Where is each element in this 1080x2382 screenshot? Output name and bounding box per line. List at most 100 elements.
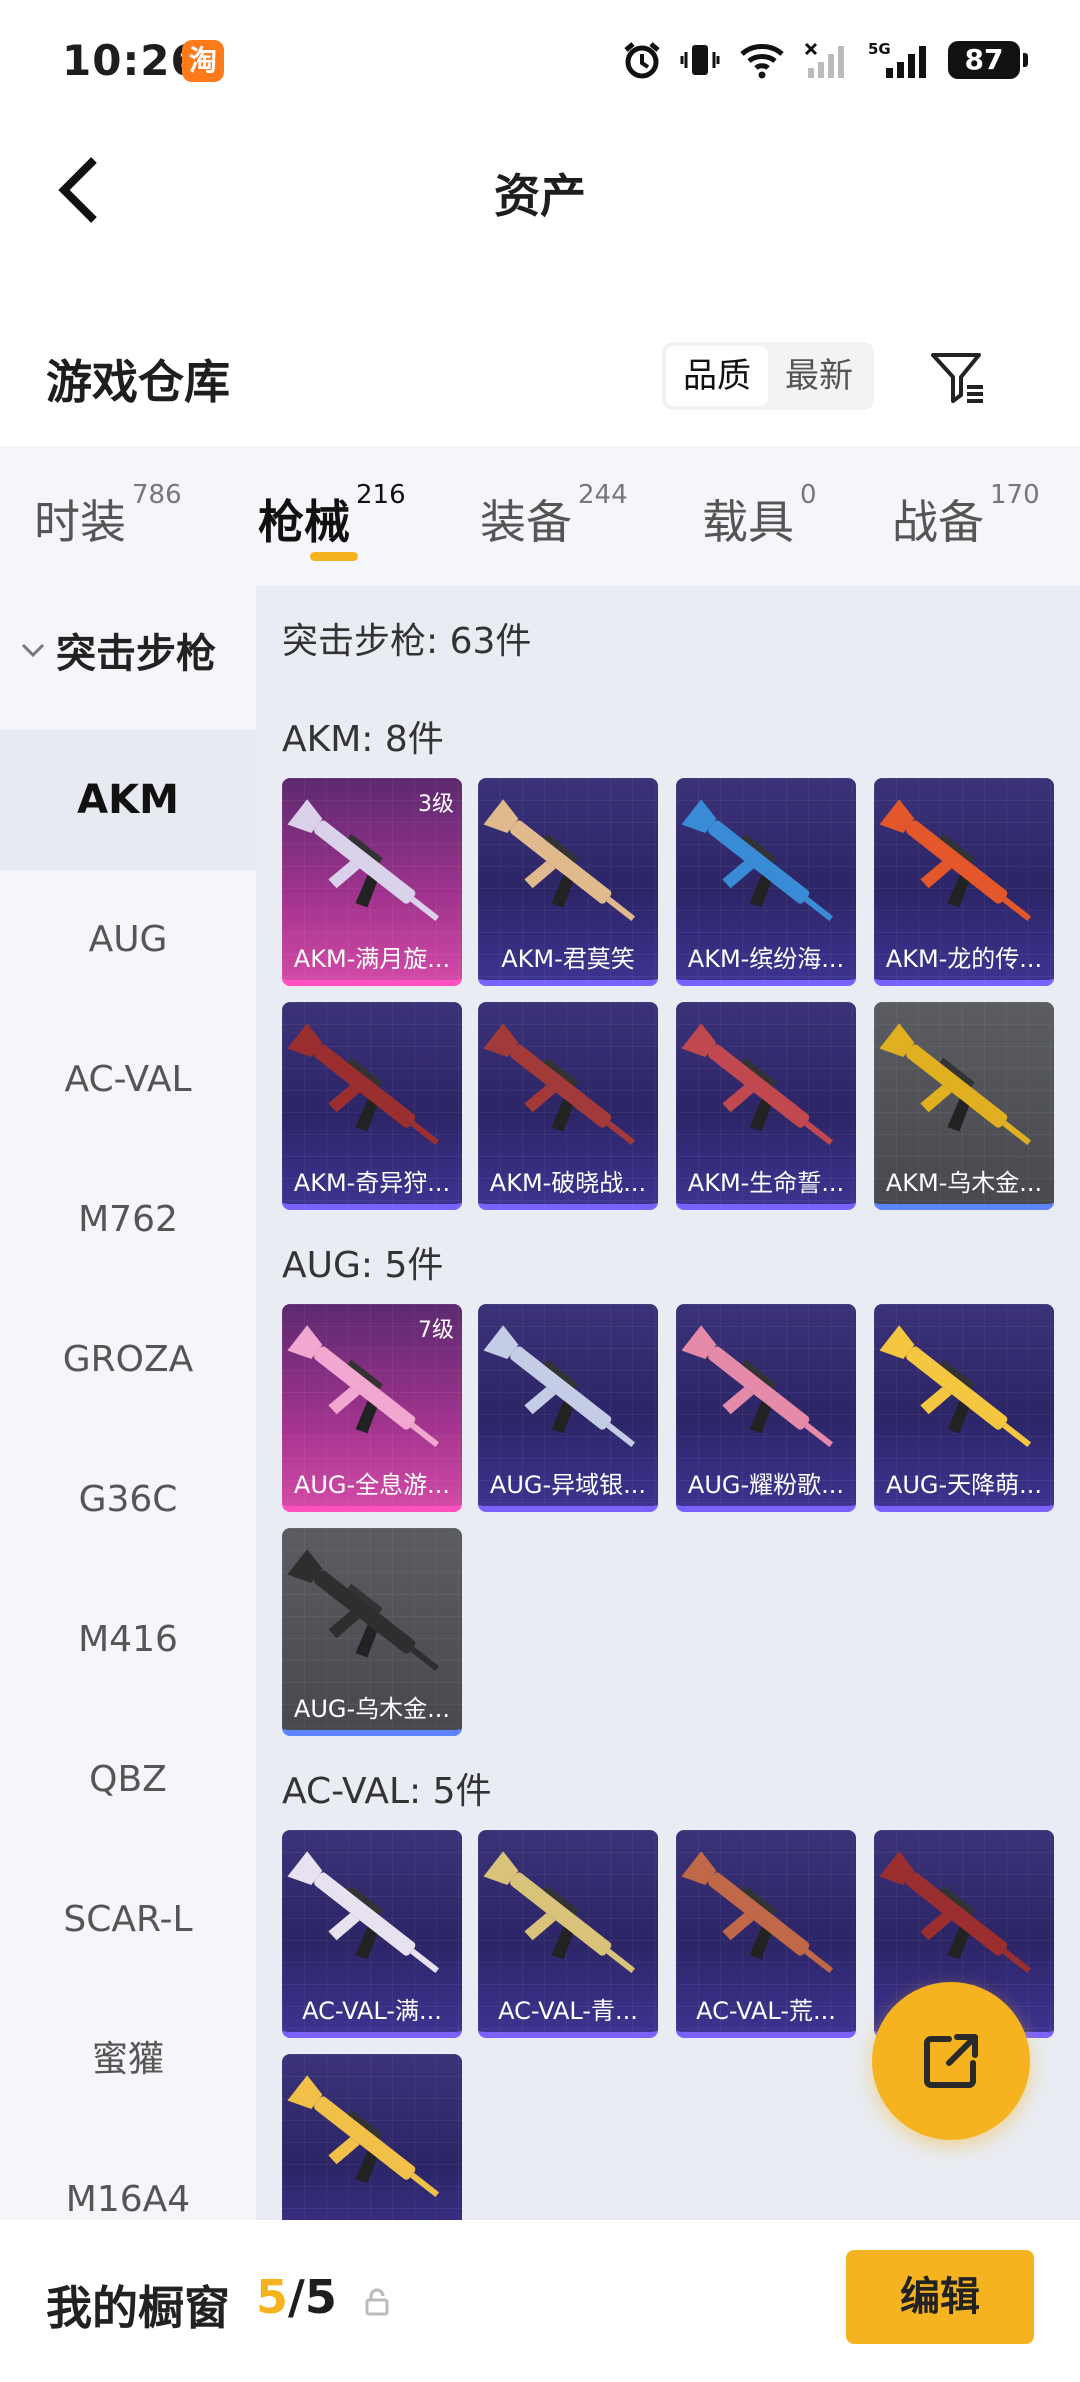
category-summary: 突击步枪: 63件	[282, 621, 532, 662]
battery-indicator: 87	[948, 41, 1028, 79]
weapon-card[interactable]: 7级 AUG-全息游...	[282, 1304, 462, 1512]
sort-latest-option[interactable]: 最新	[768, 346, 870, 406]
gun-image	[874, 1846, 1054, 1996]
sidebar-item-ac-val[interactable]: AC-VAL	[0, 1010, 256, 1150]
tab-label: 枪械	[258, 495, 350, 549]
tab-count: 0	[800, 480, 817, 510]
gun-image	[282, 2070, 462, 2220]
tab-supplies[interactable]: 战备 170	[892, 480, 1040, 552]
chevron-down-icon	[20, 641, 46, 659]
tab-label: 装备	[480, 495, 572, 549]
weapon-card[interactable]: AC-VAL-荒...	[676, 1830, 856, 2038]
group-header-ac-val: AC-VAL: 5件	[282, 1771, 492, 1812]
showcase-count-total: /5	[288, 2270, 337, 2324]
tab-count: 786	[132, 480, 182, 510]
weapon-name: AUG-异域银...	[489, 1471, 647, 1499]
weapon-card[interactable]: AUG-耀粉歌...	[676, 1304, 856, 1512]
showcase-bar: 我的橱窗 5/5 编辑	[0, 2220, 1080, 2382]
weapon-name: AC-VAL-满...	[302, 1997, 442, 2025]
weapon-grid: 突击步枪: 63件 AKM: 8件 3级 AKM-满月旋... AKM-君莫笑 A…	[256, 586, 1080, 2220]
weapon-name: AC-VAL-荒...	[696, 1997, 836, 2025]
weapon-card[interactable]: AKM-奇异狩...	[282, 1002, 462, 1210]
sidebar-item-qbz[interactable]: QBZ	[0, 1710, 256, 1850]
level-badge: 7级	[418, 1318, 454, 1343]
weapon-card[interactable]: AKM-乌木金...	[874, 1002, 1054, 1210]
weapon-name: AUG-天降萌...	[885, 1471, 1043, 1499]
nav-bar: 资产	[0, 130, 1080, 250]
gun-image	[676, 1846, 856, 1996]
sort-toggle: 品质 最新	[662, 342, 874, 410]
gun-image	[676, 1018, 856, 1168]
weapon-card[interactable]: AKM-生命誓...	[676, 1002, 856, 1210]
sidebar-item-g36c[interactable]: G36C	[0, 1430, 256, 1570]
tab-fashion[interactable]: 时装 786	[34, 480, 182, 552]
weapon-type-sidebar: 突击步枪 AKM AUG AC-VAL M762 GROZA G36C M416…	[0, 586, 256, 2220]
tab-count: 244	[578, 480, 628, 510]
gun-image	[478, 1320, 658, 1470]
sidebar-group-label: 突击步枪	[56, 631, 216, 677]
weapon-name: AKM-生命誓...	[687, 1169, 845, 1197]
weapon-name: AKM-龙的传...	[885, 945, 1043, 973]
sort-quality-option[interactable]: 品质	[666, 346, 768, 406]
tab-label: 时装	[34, 495, 126, 549]
gun-image	[478, 794, 658, 944]
weapon-card[interactable]: AUG-乌木金...	[282, 1528, 462, 1736]
sidebar-item-aug[interactable]: AUG	[0, 870, 256, 1010]
share-button[interactable]	[872, 1982, 1030, 2140]
weapon-card[interactable]: AC-VAL-青...	[478, 1830, 658, 2038]
weapon-card[interactable]: AKM-龙的传...	[874, 778, 1054, 986]
sidebar-item-m16a4[interactable]: M16A4	[0, 2130, 256, 2220]
tab-vehicles[interactable]: 载具 0	[702, 480, 817, 552]
signal-no-service-icon	[804, 40, 850, 80]
category-tabs: 时装 786 枪械 216 装备 244 载具 0 战备 170	[0, 446, 1080, 586]
sidebar-item-akm[interactable]: AKM	[0, 730, 256, 870]
showcase-label: 我的橱窗	[46, 2281, 230, 2335]
sidebar-item-m762[interactable]: M762	[0, 1150, 256, 1290]
gun-image	[282, 1846, 462, 1996]
sidebar-item-scar-l[interactable]: SCAR-L	[0, 1850, 256, 1990]
status-icons: 5G 87	[622, 38, 1028, 82]
gun-image	[478, 1846, 658, 1996]
tab-firearms[interactable]: 枪械 216	[258, 480, 406, 552]
weapon-name: AKM-奇异狩...	[293, 1169, 451, 1197]
weapon-card[interactable]: AUG-异域银...	[478, 1304, 658, 1512]
weapon-card[interactable]: AKM-缤纷海...	[676, 778, 856, 986]
showcase-count: 5/5	[256, 2270, 337, 2324]
weapon-card[interactable]: AKM-破晓战...	[478, 1002, 658, 1210]
signal-5g-icon: 5G	[868, 40, 930, 80]
gun-image	[676, 1320, 856, 1470]
sidebar-item-m416[interactable]: M416	[0, 1570, 256, 1710]
sidebar-item-honey-badger[interactable]: 蜜獾	[0, 1990, 256, 2130]
sidebar-group-assault-rifles[interactable]: 突击步枪	[0, 620, 256, 680]
group-header-aug: AUG: 5件	[282, 1245, 444, 1286]
weapon-name: AKM-君莫笑	[501, 945, 635, 973]
gun-image	[874, 1018, 1054, 1168]
weapon-name: AKM-满月旋...	[293, 945, 451, 973]
weapon-card[interactable]: AKM-君莫笑	[478, 778, 658, 986]
tab-label: 战备	[892, 495, 984, 549]
lock-icon	[364, 2288, 390, 2320]
page-title: 资产	[494, 169, 586, 223]
gun-image	[282, 1018, 462, 1168]
weapon-card[interactable]: AC-VAL-满...	[282, 1830, 462, 2038]
taobao-notification-icon: 淘	[182, 40, 224, 82]
share-icon	[924, 2034, 978, 2088]
tab-equipment[interactable]: 装备 244	[480, 480, 628, 552]
weapon-name: AKM-缤纷海...	[687, 945, 845, 973]
weapon-name: AUG-乌木金...	[293, 1695, 451, 1723]
gun-image	[282, 1544, 462, 1694]
weapon-card[interactable]: AUG-天降萌...	[874, 1304, 1054, 1512]
filter-button[interactable]	[924, 344, 990, 410]
vibrate-icon	[680, 40, 720, 80]
status-bar: 10:26 淘 5G 87	[0, 0, 1080, 120]
edit-button[interactable]: 编辑	[846, 2250, 1034, 2344]
sidebar-item-groza[interactable]: GROZA	[0, 1290, 256, 1430]
weapon-name: AC-VAL-青...	[498, 1997, 638, 2025]
wifi-icon	[738, 40, 786, 80]
weapon-card[interactable]: 3级 AKM-满月旋...	[282, 778, 462, 986]
status-time: 10:26	[62, 36, 201, 85]
svg-text:5G: 5G	[868, 40, 891, 58]
weapon-card[interactable]	[282, 2054, 462, 2220]
warehouse-title: 游戏仓库	[46, 355, 230, 409]
filter-icon	[931, 353, 983, 403]
